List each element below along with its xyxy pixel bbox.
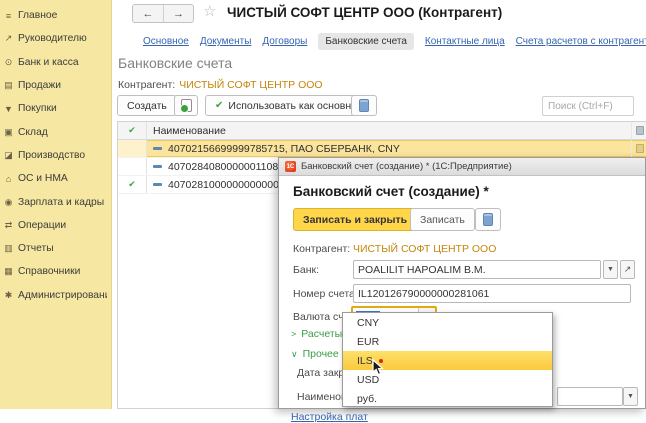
account-number-input[interactable]: [353, 284, 631, 303]
sidebar-item-salary-hr[interactable]: ◉Зарплата и кадры: [0, 190, 111, 213]
search-input[interactable]: [542, 96, 634, 116]
tab-documents[interactable]: Документы: [200, 36, 252, 47]
favorite-star-icon[interactable]: ☆: [203, 2, 216, 20]
account-number-label: Номер счета:: [293, 288, 358, 300]
currency-option-cny[interactable]: CNY: [343, 313, 552, 332]
back-button[interactable]: ←: [133, 5, 163, 22]
tab-settlement-accounts[interactable]: Счета расчетов с контрагентами: [516, 36, 646, 47]
sidebar-item-purchases[interactable]: ▼Покупки: [0, 97, 111, 120]
dialog-contractor-link[interactable]: ЧИСТЫЙ СОФТ ЦЕНТР ООО: [353, 243, 496, 255]
cart-icon: ▼: [2, 104, 15, 114]
list-view-button[interactable]: [351, 95, 377, 116]
boxes-icon: ▣: [2, 127, 15, 138]
sidebar-item-main[interactable]: ≡Главное: [0, 4, 111, 27]
tab-bank-accounts[interactable]: Банковские счета: [318, 33, 414, 50]
use-as-main-button[interactable]: ✔ Использовать как основной: [205, 95, 373, 116]
main-flag-cell: [118, 140, 147, 157]
account-name-input[interactable]: [557, 387, 623, 406]
production-icon: ◪: [2, 150, 15, 161]
sidebar-item-directories[interactable]: ▦Справочники: [0, 260, 111, 283]
copy-document-icon: [181, 99, 192, 112]
create-button[interactable]: Создать: [117, 95, 177, 116]
sidebar-item-operations[interactable]: ⇄Операции: [0, 214, 111, 237]
sidebar-item-sales[interactable]: ▤Продажи: [0, 74, 111, 97]
contractor-link[interactable]: ЧИСТЫЙ СОФТ ЦЕНТР ООО: [179, 79, 322, 91]
dialog-titlebar[interactable]: 1С Банковский счет (создание) * (1С:Пред…: [279, 158, 645, 176]
object-tabs: Основное Документы Договоры Банковские с…: [143, 33, 642, 50]
account-name-cell: 40702156699999785715, ПАО СБЕРБАНК, CNY: [147, 140, 632, 157]
card-icon: [483, 213, 493, 226]
sidebar-item-production[interactable]: ◪Производство: [0, 144, 111, 167]
save-button[interactable]: Записать: [410, 208, 475, 231]
name-column-header[interactable]: Наименование: [147, 122, 632, 139]
table-row[interactable]: 40702156699999785715, ПАО СБЕРБАНК, CNY: [118, 140, 646, 158]
mouse-cursor: [372, 359, 386, 376]
history-nav: ← →: [132, 4, 194, 23]
main-flag-column-header[interactable]: ✔: [118, 122, 147, 139]
forward-button[interactable]: →: [163, 5, 193, 22]
chevron-down-icon: ∨: [291, 349, 298, 359]
save-and-close-button[interactable]: Записать и закрыть: [293, 208, 417, 231]
tab-contacts[interactable]: Контактные лица: [425, 36, 505, 47]
contractor-line: Контрагент: ЧИСТЫЙ СОФТ ЦЕНТР ООО: [118, 79, 323, 91]
currency-option-rub[interactable]: руб.: [343, 389, 552, 408]
sidebar-item-bank-cash[interactable]: ⊙Банк и касса: [0, 51, 111, 74]
bank-field-label: Банк:: [293, 264, 319, 276]
sidebar-item-fixed-assets[interactable]: ⌂ОС и НМА: [0, 167, 111, 190]
bank-input[interactable]: [353, 260, 601, 279]
bank-cell: [632, 140, 646, 157]
sidebar-item-warehouse[interactable]: ▣Склад: [0, 120, 111, 143]
account-dash-icon: [153, 183, 162, 186]
bank-column-header[interactable]: [632, 122, 646, 139]
payment-settings-link[interactable]: Настройка плат: [291, 411, 368, 423]
book-icon: ▦: [2, 266, 15, 277]
account-dash-icon: [153, 147, 162, 150]
sidebar: ≡Главное ↗Руководителю ⊙Банк и касса ▤Пр…: [0, 0, 112, 409]
sales-bag-icon: ▤: [2, 80, 15, 91]
sidebar-item-reports[interactable]: ▥Отчеты: [0, 237, 111, 260]
sidebar-item-manager[interactable]: ↗Руководителю: [0, 27, 111, 50]
tab-contracts[interactable]: Договоры: [262, 36, 307, 47]
menu-icon: ≡: [2, 11, 15, 21]
account-name-dropdown-button[interactable]: ▼: [623, 387, 638, 406]
sidebar-item-administration[interactable]: ✱Администрирование: [0, 284, 111, 307]
table-header-row: ✔ Наименование: [118, 122, 646, 140]
gear-icon: ✱: [2, 290, 15, 301]
building-icon: ⌂: [2, 174, 15, 184]
dialog-contractor-label: Контрагент:: [293, 243, 350, 255]
dialog-title: Банковский счет (создание) *: [293, 184, 489, 199]
check-icon: ✔: [215, 100, 223, 111]
list-title: Банковские счета: [118, 55, 232, 71]
bank-mini-icon: [636, 144, 644, 153]
page-header-title: ЧИСТЫЙ СОФТ ЦЕНТР ООО (Контрагент): [227, 5, 502, 20]
person-icon: ◉: [2, 197, 15, 208]
main-flag-cell: [118, 158, 147, 175]
other-group-toggle[interactable]: ∨Прочее: [291, 348, 339, 360]
arrow-up-right-icon: ↗: [2, 33, 15, 44]
operations-icon: ⇄: [2, 220, 15, 231]
account-dash-icon: [153, 165, 162, 168]
dialog-more-button[interactable]: [475, 208, 501, 231]
bank-open-link-button[interactable]: ↗: [620, 260, 635, 279]
tab-main[interactable]: Основное: [143, 36, 189, 47]
bank-mini-icon: [636, 126, 644, 135]
create-by-copy-button[interactable]: [174, 95, 198, 116]
coin-icon: ⊙: [2, 57, 15, 68]
chevron-right-icon: >: [291, 329, 296, 339]
bank-dropdown-button[interactable]: ▼: [603, 260, 618, 279]
card-icon: [359, 99, 369, 112]
chart-icon: ▥: [2, 243, 15, 254]
main-flag-cell: ✔: [118, 176, 147, 193]
dialog-titlebar-text: Банковский счет (создание) * (1С:Предпри…: [301, 161, 512, 172]
1c-app-icon: 1С: [285, 161, 296, 172]
contractor-label: Контрагент:: [118, 79, 175, 91]
currency-option-eur[interactable]: EUR: [343, 332, 552, 351]
